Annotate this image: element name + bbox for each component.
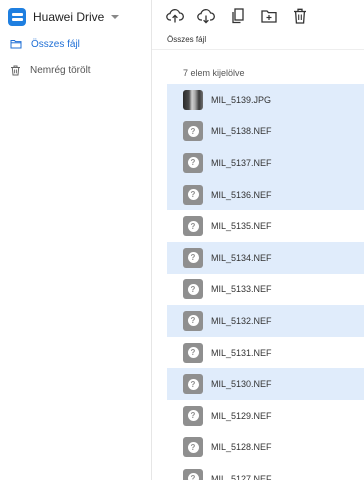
file-name: MIL_5131.NEF xyxy=(211,347,272,358)
question-mark-icon: ? xyxy=(187,473,199,480)
unknown-file-icon: ? xyxy=(183,310,203,331)
file-row[interactable]: ? MIL_5136.NEF xyxy=(167,178,364,211)
question-mark-icon: ? xyxy=(187,315,199,327)
unknown-file-icon: ? xyxy=(183,247,203,268)
sidebar-item-label: Összes fájl xyxy=(31,38,80,50)
file-name: MIL_5132.NEF xyxy=(211,315,272,326)
file-row[interactable]: ? MIL_5137.NEF xyxy=(167,147,364,179)
app-switcher[interactable]: Huawei Drive xyxy=(8,6,120,28)
unknown-file-icon: ? xyxy=(183,279,203,300)
file-name: MIL_5128.NEF xyxy=(211,442,272,453)
sidebar-item-label: Nemrég törölt xyxy=(30,64,91,76)
upload-button[interactable] xyxy=(165,6,185,26)
question-mark-icon: ? xyxy=(187,283,199,295)
copy-button[interactable] xyxy=(228,6,248,26)
file-row[interactable]: ? MIL_5129.NEF xyxy=(167,400,364,432)
delete-button[interactable] xyxy=(290,6,310,26)
file-name: MIL_5130.NEF xyxy=(211,379,272,390)
question-mark-icon: ? xyxy=(187,189,199,201)
delete-icon xyxy=(294,8,306,24)
divider xyxy=(152,49,364,50)
huawei-drive-logo-icon xyxy=(8,8,26,26)
move-to-folder-icon xyxy=(261,10,277,23)
file-row[interactable]: ? MIL_5127.NEF xyxy=(167,463,364,480)
unknown-file-icon: ? xyxy=(183,184,203,205)
drive-app: Huawei Drive Összes fájl Nemrég törölt Ö… xyxy=(0,0,364,480)
unknown-file-icon: ? xyxy=(183,437,203,458)
question-mark-icon: ? xyxy=(187,347,199,359)
sidebar-item-recently-deleted[interactable]: Nemrég törölt xyxy=(0,57,151,83)
unknown-file-icon: ? xyxy=(183,342,203,363)
sidebar: Huawei Drive Összes fájl Nemrég törölt xyxy=(0,0,152,480)
question-mark-icon: ? xyxy=(187,125,199,137)
copy-icon xyxy=(232,8,244,24)
chevron-down-icon[interactable] xyxy=(111,15,120,19)
unknown-file-icon: ? xyxy=(183,152,203,173)
file-list: MIL_5139.JPG? MIL_5138.NEF? MIL_5137.NEF? M… xyxy=(167,84,364,480)
selection-count: 7 elem kijelölve xyxy=(183,68,245,78)
file-name: MIL_5139.JPG xyxy=(211,94,272,105)
upload-icon xyxy=(166,9,184,23)
file-name: MIL_5133.NEF xyxy=(211,284,272,295)
download-button[interactable] xyxy=(196,6,216,26)
file-row[interactable]: ? MIL_5133.NEF xyxy=(167,274,364,306)
file-name: MIL_5127.NEF xyxy=(211,473,272,480)
file-row[interactable]: ? MIL_5128.NEF xyxy=(167,432,364,464)
file-name: MIL_5129.NEF xyxy=(211,410,272,421)
image-thumbnail xyxy=(183,89,203,110)
file-name: MIL_5135.NEF xyxy=(211,221,272,232)
app-title: Huawei Drive xyxy=(33,10,105,24)
file-row[interactable]: ? MIL_5131.NEF xyxy=(167,337,364,369)
unknown-file-icon: ? xyxy=(183,468,203,480)
file-row[interactable]: ? MIL_5138.NEF xyxy=(167,115,364,148)
file-name: MIL_5134.NEF xyxy=(211,252,272,263)
move-to-folder-button[interactable] xyxy=(259,6,279,26)
toolbar xyxy=(152,0,364,32)
file-row[interactable]: ? MIL_5134.NEF xyxy=(167,241,364,274)
file-row[interactable]: ? MIL_5132.NEF xyxy=(167,305,364,337)
file-name: MIL_5138.NEF xyxy=(211,126,272,137)
question-mark-icon: ? xyxy=(187,378,199,390)
breadcrumb[interactable]: Összes fájl xyxy=(167,35,206,44)
file-row[interactable]: MIL_5139.JPG xyxy=(167,84,364,116)
unknown-file-icon: ? xyxy=(183,121,203,142)
file-name: MIL_5137.NEF xyxy=(211,157,272,168)
question-mark-icon: ? xyxy=(187,220,199,232)
question-mark-icon: ? xyxy=(187,441,199,453)
main-panel: Összes fájl 7 elem kijelölve MIL_5139.JP… xyxy=(152,0,364,480)
file-row[interactable]: ? MIL_5135.NEF xyxy=(167,210,364,242)
trash-icon xyxy=(11,65,20,75)
file-row[interactable]: ? MIL_5130.NEF xyxy=(167,368,364,400)
question-mark-icon: ? xyxy=(187,157,199,169)
question-mark-icon: ? xyxy=(187,252,199,264)
folder-icon xyxy=(10,40,22,49)
sidebar-item-all-files[interactable]: Összes fájl xyxy=(0,31,151,57)
file-name: MIL_5136.NEF xyxy=(211,189,272,200)
unknown-file-icon: ? xyxy=(183,405,203,426)
unknown-file-icon: ? xyxy=(183,374,203,395)
unknown-file-icon: ? xyxy=(183,216,203,237)
download-icon xyxy=(197,9,215,24)
question-mark-icon: ? xyxy=(187,410,199,422)
